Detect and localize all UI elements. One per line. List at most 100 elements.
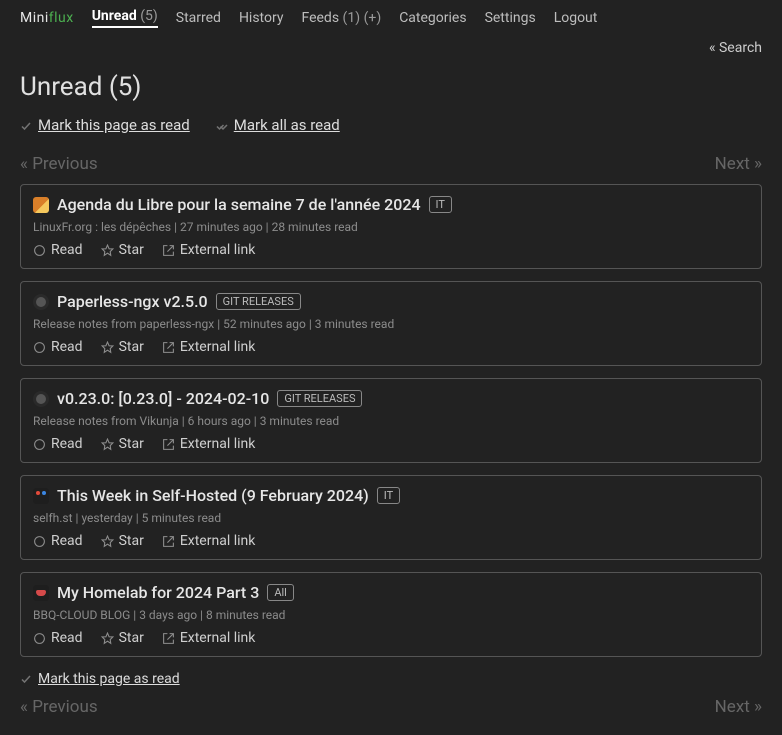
brand-flux: flux: [49, 10, 74, 26]
entry-title-row: Agenda du Libre pour la semaine 7 de l'a…: [33, 195, 749, 214]
star-action[interactable]: Star: [101, 436, 144, 452]
pager-top: « Previous Next »: [20, 154, 762, 174]
feed-favicon: [33, 197, 49, 213]
external-link-icon: [162, 244, 175, 257]
nav-starred[interactable]: Starred: [176, 10, 221, 26]
star-action[interactable]: Star: [101, 630, 144, 646]
star-icon: [101, 535, 114, 548]
entry-time: 3 days ago: [139, 608, 197, 622]
entry-list: Agenda du Libre pour la semaine 7 de l'a…: [20, 184, 762, 657]
entry: My Homelab for 2024 Part 3 All BBQ-CLOUD B…: [20, 572, 762, 657]
entry-title-row: This Week in Self-Hosted (9 February 202…: [33, 486, 749, 505]
entry-feed-link[interactable]: Release notes from paperless-ngx: [33, 317, 214, 331]
entry-title-row: My Homelab for 2024 Part 3 All: [33, 583, 749, 602]
nav-logout[interactable]: Logout: [554, 10, 598, 26]
mark-all-as-read[interactable]: Mark all as read: [216, 116, 340, 134]
entry-meta: Release notes from paperless-ngx | 52 mi…: [33, 317, 749, 331]
external-link-icon: [162, 341, 175, 354]
external-link-icon: [162, 438, 175, 451]
external-link-action[interactable]: External link: [162, 436, 256, 452]
star-action[interactable]: Star: [101, 339, 144, 355]
category-tag[interactable]: GIT RELEASES: [216, 293, 301, 310]
mark-page-as-read-bottom[interactable]: Mark this page as read: [20, 671, 180, 687]
circle-icon: [33, 244, 46, 257]
external-link-action[interactable]: External link: [162, 630, 256, 646]
nav-categories[interactable]: Categories: [399, 10, 466, 26]
entry-meta: BBQ-CLOUD BLOG | 3 days ago | 8 minutes …: [33, 608, 749, 622]
entry-meta: Release notes from Vikunja | 6 hours ago…: [33, 414, 749, 428]
feed-favicon: [33, 488, 49, 504]
entry: Agenda du Libre pour la semaine 7 de l'a…: [20, 184, 762, 269]
entry-feed-link[interactable]: LinuxFr.org : les dépêches: [33, 220, 171, 234]
entry-actions: Read Star External link: [33, 630, 749, 646]
search-row: « Search: [0, 36, 782, 56]
nav-feeds[interactable]: Feeds (1) (+): [301, 10, 381, 26]
feed-favicon: [33, 391, 49, 407]
double-check-icon: [216, 120, 228, 132]
feed-favicon: [33, 585, 49, 601]
entry-feed-link[interactable]: BBQ-CLOUD BLOG: [33, 608, 130, 622]
external-link-action[interactable]: External link: [162, 242, 256, 258]
nav-feeds-count: (1): [343, 10, 361, 26]
read-action[interactable]: Read: [33, 436, 83, 452]
circle-icon: [33, 341, 46, 354]
circle-icon: [33, 535, 46, 548]
entry-readtime: 8 minutes read: [206, 608, 285, 622]
pager-next: Next »: [715, 154, 762, 174]
entry-actions: Read Star External link: [33, 436, 749, 452]
read-action[interactable]: Read: [33, 533, 83, 549]
page-title: Unread (5): [20, 72, 762, 102]
entry-meta: selfh.st | yesterday | 5 minutes read: [33, 511, 749, 525]
entry-title-link[interactable]: This Week in Self-Hosted (9 February 202…: [57, 486, 369, 505]
nav-history[interactable]: History: [239, 10, 284, 26]
category-tag[interactable]: GIT RELEASES: [277, 390, 362, 407]
entry-meta: LinuxFr.org : les dépêches | 27 minutes …: [33, 220, 749, 234]
pager-next: Next »: [715, 697, 762, 717]
circle-icon: [33, 438, 46, 451]
feed-favicon: [33, 294, 49, 310]
top-actions: Mark this page as read Mark all as read: [20, 116, 762, 134]
star-action[interactable]: Star: [101, 533, 144, 549]
read-action[interactable]: Read: [33, 242, 83, 258]
nav-unread[interactable]: Unread (5): [92, 8, 158, 28]
entry-time: 52 minutes ago: [223, 317, 306, 331]
entry-readtime: 28 minutes read: [272, 220, 358, 234]
entry-title-link[interactable]: v0.23.0: [0.23.0] - 2024-02-10: [57, 389, 269, 408]
entry-title-link[interactable]: Agenda du Libre pour la semaine 7 de l'a…: [57, 195, 421, 214]
main: Unread (5) Mark this page as read Mark a…: [0, 56, 782, 735]
check-icon: [20, 120, 32, 132]
entry: Paperless-ngx v2.5.0GIT RELEASESRelease …: [20, 281, 762, 366]
entry-time: 6 hours ago: [188, 414, 251, 428]
entry-title-row: Paperless-ngx v2.5.0 GIT RELEASES: [33, 292, 749, 311]
category-tag[interactable]: All: [267, 584, 294, 601]
entry-actions: Read Star External link: [33, 533, 749, 549]
nav-feeds-plus[interactable]: (+): [364, 10, 382, 26]
star-icon: [101, 244, 114, 257]
external-link-action[interactable]: External link: [162, 533, 256, 549]
star-action[interactable]: Star: [101, 242, 144, 258]
pager-prev: « Previous: [20, 697, 98, 717]
entry: This Week in Self-Hosted (9 February 202…: [20, 475, 762, 560]
star-icon: [101, 632, 114, 645]
entry-title-link[interactable]: Paperless-ngx v2.5.0: [57, 292, 208, 311]
entry-actions: Read Star External link: [33, 242, 749, 258]
entry-readtime: 3 minutes read: [315, 317, 394, 331]
search-toggle[interactable]: « Search: [709, 40, 762, 56]
mark-page-as-read[interactable]: Mark this page as read: [20, 116, 190, 134]
category-tag[interactable]: IT: [429, 196, 452, 213]
circle-icon: [33, 632, 46, 645]
entry-feed-link[interactable]: selfh.st: [33, 511, 73, 525]
external-link-icon: [162, 535, 175, 548]
brand[interactable]: Miniflux: [20, 10, 74, 26]
external-link-action[interactable]: External link: [162, 339, 256, 355]
brand-mini: Mini: [20, 10, 49, 26]
entry-feed-link[interactable]: Release notes from Vikunja: [33, 414, 179, 428]
external-link-icon: [162, 632, 175, 645]
star-icon: [101, 438, 114, 451]
read-action[interactable]: Read: [33, 339, 83, 355]
nav-unread-label: Unread: [92, 8, 137, 24]
entry-title-link[interactable]: My Homelab for 2024 Part 3: [57, 583, 259, 602]
category-tag[interactable]: IT: [377, 487, 400, 504]
read-action[interactable]: Read: [33, 630, 83, 646]
nav-settings[interactable]: Settings: [485, 10, 536, 26]
